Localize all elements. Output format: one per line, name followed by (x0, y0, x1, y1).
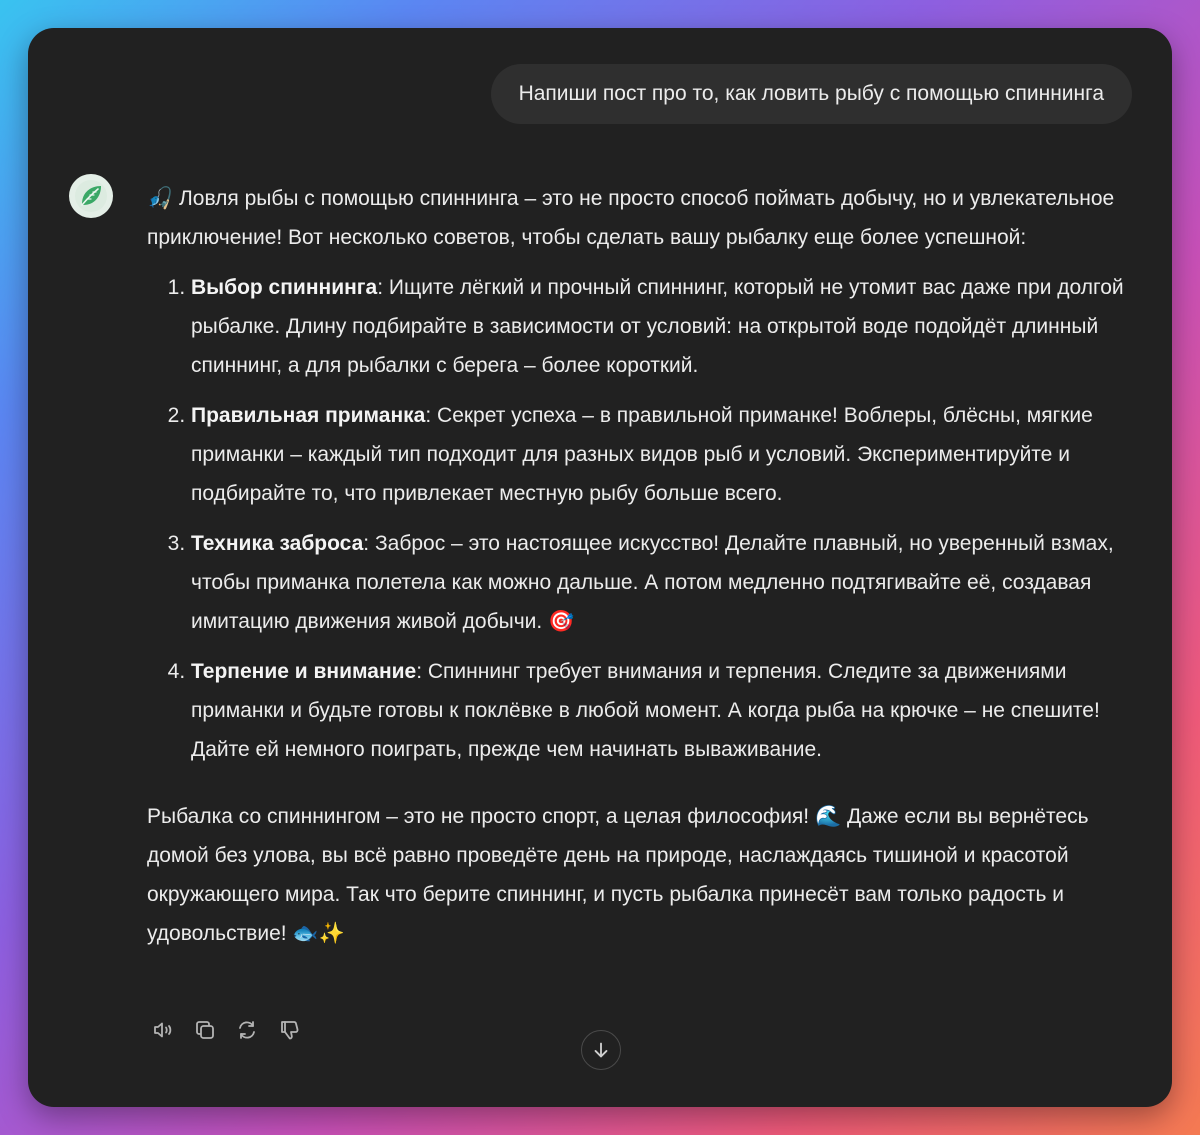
scroll-to-bottom-button[interactable] (581, 1030, 621, 1070)
arrow-down-icon (594, 1042, 608, 1058)
list-item: Правильная приманка: Секрет успеха – в п… (191, 396, 1137, 513)
regenerate-icon (239, 1021, 255, 1039)
regenerate-button[interactable] (231, 1016, 263, 1044)
assistant-avatar (69, 174, 113, 218)
user-message-bubble: Напиши пост про то, как ловить рыбу с по… (490, 64, 1132, 124)
copy-button[interactable] (189, 1016, 221, 1044)
bad-response-button[interactable] (273, 1016, 305, 1044)
list-item: Терпение и внимание: Спиннинг требует вн… (191, 652, 1137, 769)
list-item: Выбор спиннинга: Ищите лёгкий и прочный … (191, 268, 1137, 385)
intro-paragraph: 🎣 Ловля рыбы с помощью спиннинга – это н… (147, 187, 1115, 249)
tip-term: Терпение и внимание (191, 660, 417, 683)
tip-term: Техника заброса (191, 532, 364, 555)
tip-term: Правильная приманка (191, 404, 426, 427)
user-message-text: Напиши пост про то, как ловить рыбу с по… (518, 82, 1104, 105)
assistant-message: 🎣 Ловля рыбы с помощью спиннинга – это н… (147, 179, 1137, 953)
tips-list: Выбор спиннинга: Ищите лёгкий и прочный … (147, 268, 1137, 769)
copy-icon (196, 1021, 214, 1039)
leaf-icon (75, 180, 107, 212)
outro-paragraph: Рыбалка со спиннингом – это не просто сп… (147, 805, 1089, 945)
message-actions (147, 1016, 305, 1044)
read-aloud-button[interactable] (147, 1016, 179, 1044)
list-item: Техника заброса: Заброс – это настоящее … (191, 524, 1137, 641)
thumbs-down-icon (281, 1021, 299, 1040)
speaker-icon (154, 1022, 172, 1038)
chat-window: Напиши пост про то, как ловить рыбу с по… (28, 28, 1172, 1107)
tip-term: Выбор спиннинга (191, 276, 378, 299)
